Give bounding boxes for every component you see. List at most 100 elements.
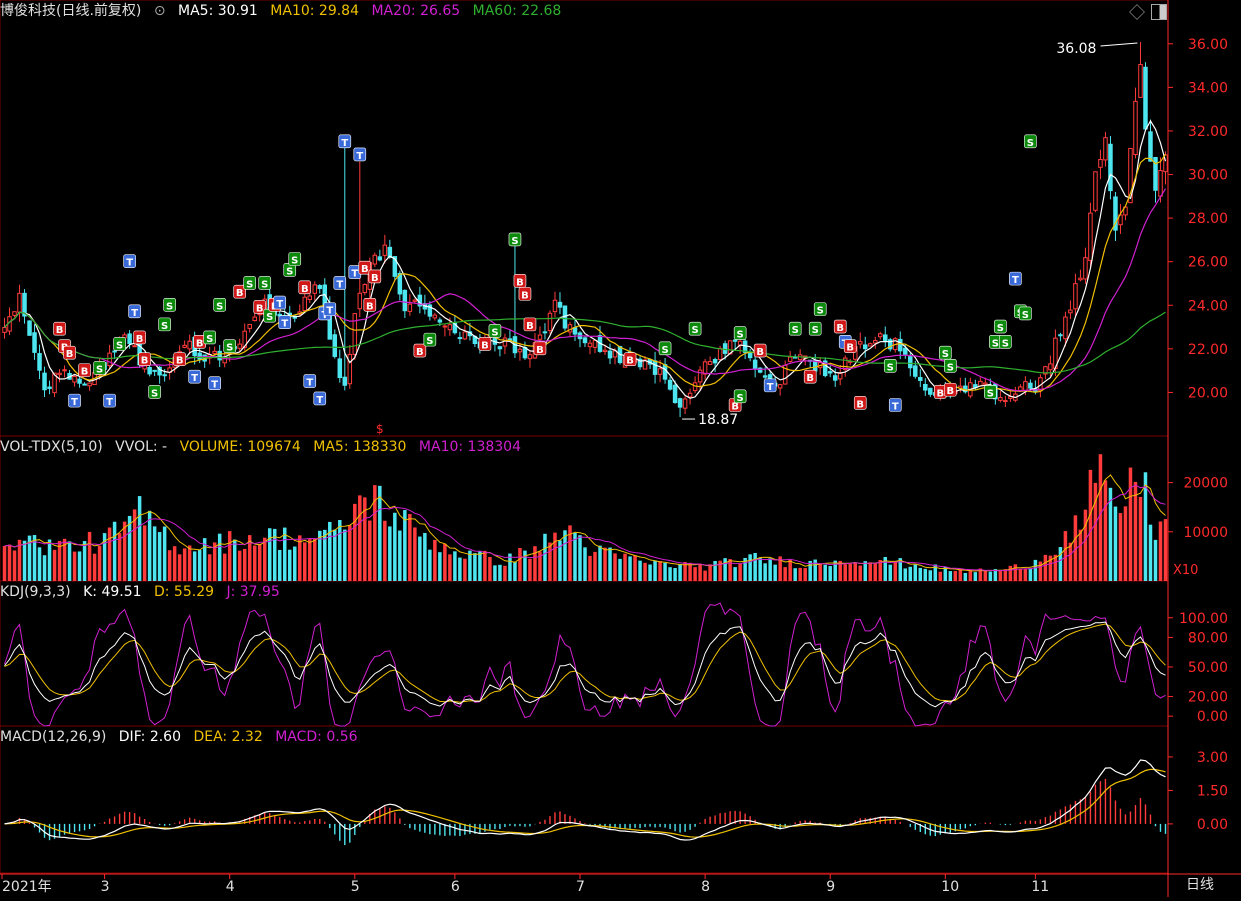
signal-letter: B [256,303,264,314]
volume-bar [147,510,152,581]
candle-body [592,339,598,348]
volume-bar [167,550,172,581]
chart-stage: 36.00 34.00 32.00 30.00 28.00 26.00 24.00 22.00… [0,0,1241,897]
signal-s-marker: S [813,302,827,317]
signal-b-marker: B [533,341,547,356]
candle-body [862,344,868,350]
price-tick-label: 24.00 [1188,298,1228,314]
signal-b-marker: B [78,363,91,378]
volume-bar [953,570,958,581]
kdj-indicator-name[interactable]: KDJ(9,3,3) [0,584,71,600]
signal-letter: S [942,349,949,360]
candle-body [812,360,818,372]
volume-bar [1018,568,1023,581]
price-tick-label: 36.00 [1188,37,1228,53]
candle-body [252,316,257,322]
signal-b-marker: B [63,345,76,360]
candle-body [72,375,77,383]
candle-body [352,313,358,355]
price-tick-label: 26.00 [1188,255,1228,271]
signal-t-marker: T [323,302,337,317]
high-arrow [1100,42,1138,47]
macd-macd-value: MACD: 0.56 [275,729,358,745]
volume-bar [893,562,898,581]
candle-body [77,378,82,384]
candle-body [517,348,523,353]
signal-letter: S [96,364,103,375]
signal-s-marker: S [158,317,171,332]
volume-bar [478,550,482,581]
signal-letter: T [351,269,358,280]
volume-bar [928,570,933,581]
candle-body [412,299,418,302]
x-tick-label: 2021年 [2,879,52,895]
volume-bar [97,545,102,581]
candle-body [752,359,758,370]
signal-letter: T [341,138,348,149]
candle-body [1158,170,1163,197]
macd-indicator-name[interactable]: MACD(12,26,9) [0,729,106,745]
volume-bar [473,553,477,581]
volume-bar [608,547,612,581]
signal-s-marker: S [148,385,161,399]
stock-name[interactable]: 博俊科技(日线.前复权) [0,3,141,19]
signal-s-marker: S [508,232,522,247]
volume-bar [287,549,292,581]
volume-bar [137,496,142,581]
volume-bar [633,555,637,581]
signal-letter: S [1002,338,1009,349]
signal-letter: S [216,301,223,312]
ma60-legend: MA60: 22.68 [472,3,562,19]
candle-body [787,356,793,362]
volume-bar [583,547,587,581]
volume-bar [823,564,827,581]
candle-body [1018,386,1023,392]
volume-bar [503,565,507,581]
period-label[interactable]: 日线 [1186,874,1214,896]
signal-letter: S [116,340,123,351]
candle-body [407,303,413,312]
volume-bar [448,554,452,581]
volume-bar [252,545,257,581]
dropdown-icon[interactable]: ⊙ [154,3,166,19]
volume-bar [277,549,282,581]
signal-s-marker: S [939,345,952,360]
signal-letter: B [366,301,374,312]
candle-body [827,371,833,374]
candle-body [672,384,678,404]
price-tick-label: 30.00 [1188,168,1228,184]
candle-body [898,338,903,352]
candle-body [582,337,588,344]
signal-letter: S [291,256,298,267]
signal-s-marker: S [788,321,802,336]
volume-bar [443,543,447,581]
candle-body [127,333,132,345]
volume-bar [998,570,1003,581]
volume-bar [988,571,993,581]
signal-letter: T [316,395,323,406]
volume-bar [1088,469,1093,581]
signal-letter: T [126,258,133,269]
vvol-value: VVOL: - [115,439,168,455]
candle-body [1083,257,1088,280]
volume-bar [693,567,697,581]
price-tick-label: 32.00 [1188,124,1228,140]
candle-body [342,376,348,386]
signal-b-marker: B [513,273,527,288]
volume-bar [222,553,227,581]
volume-bar [433,539,437,581]
kdj-d-line [4,623,1166,703]
volume-bar [232,539,237,581]
signal-s-marker: S [213,297,226,312]
signal-letter: B [176,356,184,367]
volume-bar [673,568,677,581]
vol-indicator-name[interactable]: VOL-TDX(5,10) [0,439,103,455]
signal-letter: S [737,393,744,404]
panel-toggle-icon[interactable] [1151,4,1167,20]
volume-bar [498,564,502,581]
candle-body [1048,363,1053,371]
ma5-legend: MA5: 30.91 [178,3,258,19]
candle-body [857,341,863,345]
volume-bar [403,510,407,581]
signal-s-marker: S [944,358,957,373]
